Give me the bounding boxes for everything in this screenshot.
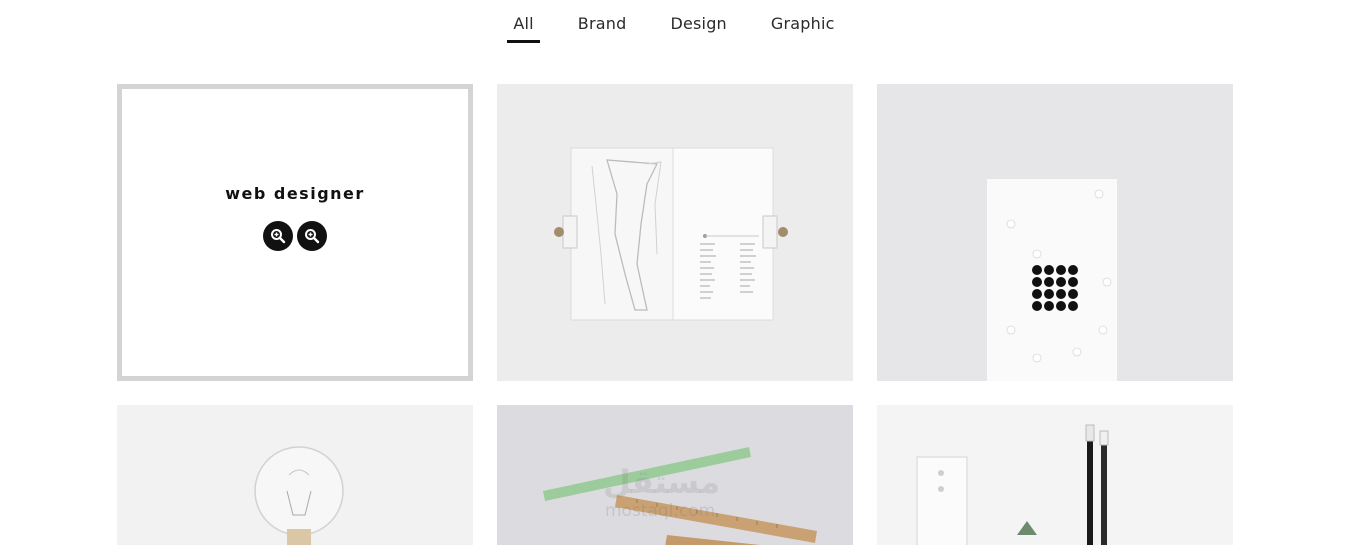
- tab-graphic[interactable]: Graphic: [765, 12, 841, 43]
- stationery-image: [877, 405, 1233, 545]
- watermark: مستقل: [603, 463, 721, 501]
- dot-card-image: [877, 84, 1233, 381]
- zoom-button-2[interactable]: [297, 221, 327, 251]
- tab-design[interactable]: Design: [664, 12, 732, 43]
- portfolio-item-web-designer[interactable]: web designer: [117, 84, 473, 381]
- portfolio-item-stationery[interactable]: [877, 405, 1233, 545]
- portfolio-item-map-booklet[interactable]: [497, 84, 853, 381]
- portfolio-item-light-bulb[interactable]: [117, 405, 473, 545]
- portfolio-item-title: web designer: [225, 184, 365, 203]
- item-actions: [263, 221, 327, 251]
- portfolio-item-dot-card[interactable]: [877, 84, 1233, 381]
- tab-all[interactable]: All: [507, 12, 541, 43]
- zoom-button-1[interactable]: [263, 221, 293, 251]
- light-bulb-image: [117, 405, 473, 545]
- portfolio-item-rulers[interactable]: مستقل mostaql.com: [497, 405, 853, 545]
- zoom-in-icon: [271, 229, 286, 244]
- zoom-in-icon: [305, 229, 320, 244]
- portfolio-filter-tabs: All Brand Design Graphic: [0, 12, 1348, 43]
- hover-overlay: web designer: [117, 84, 473, 381]
- tab-brand[interactable]: Brand: [572, 12, 633, 43]
- map-booklet-image: [497, 84, 853, 381]
- watermark-url: mostaql.com: [605, 501, 716, 521]
